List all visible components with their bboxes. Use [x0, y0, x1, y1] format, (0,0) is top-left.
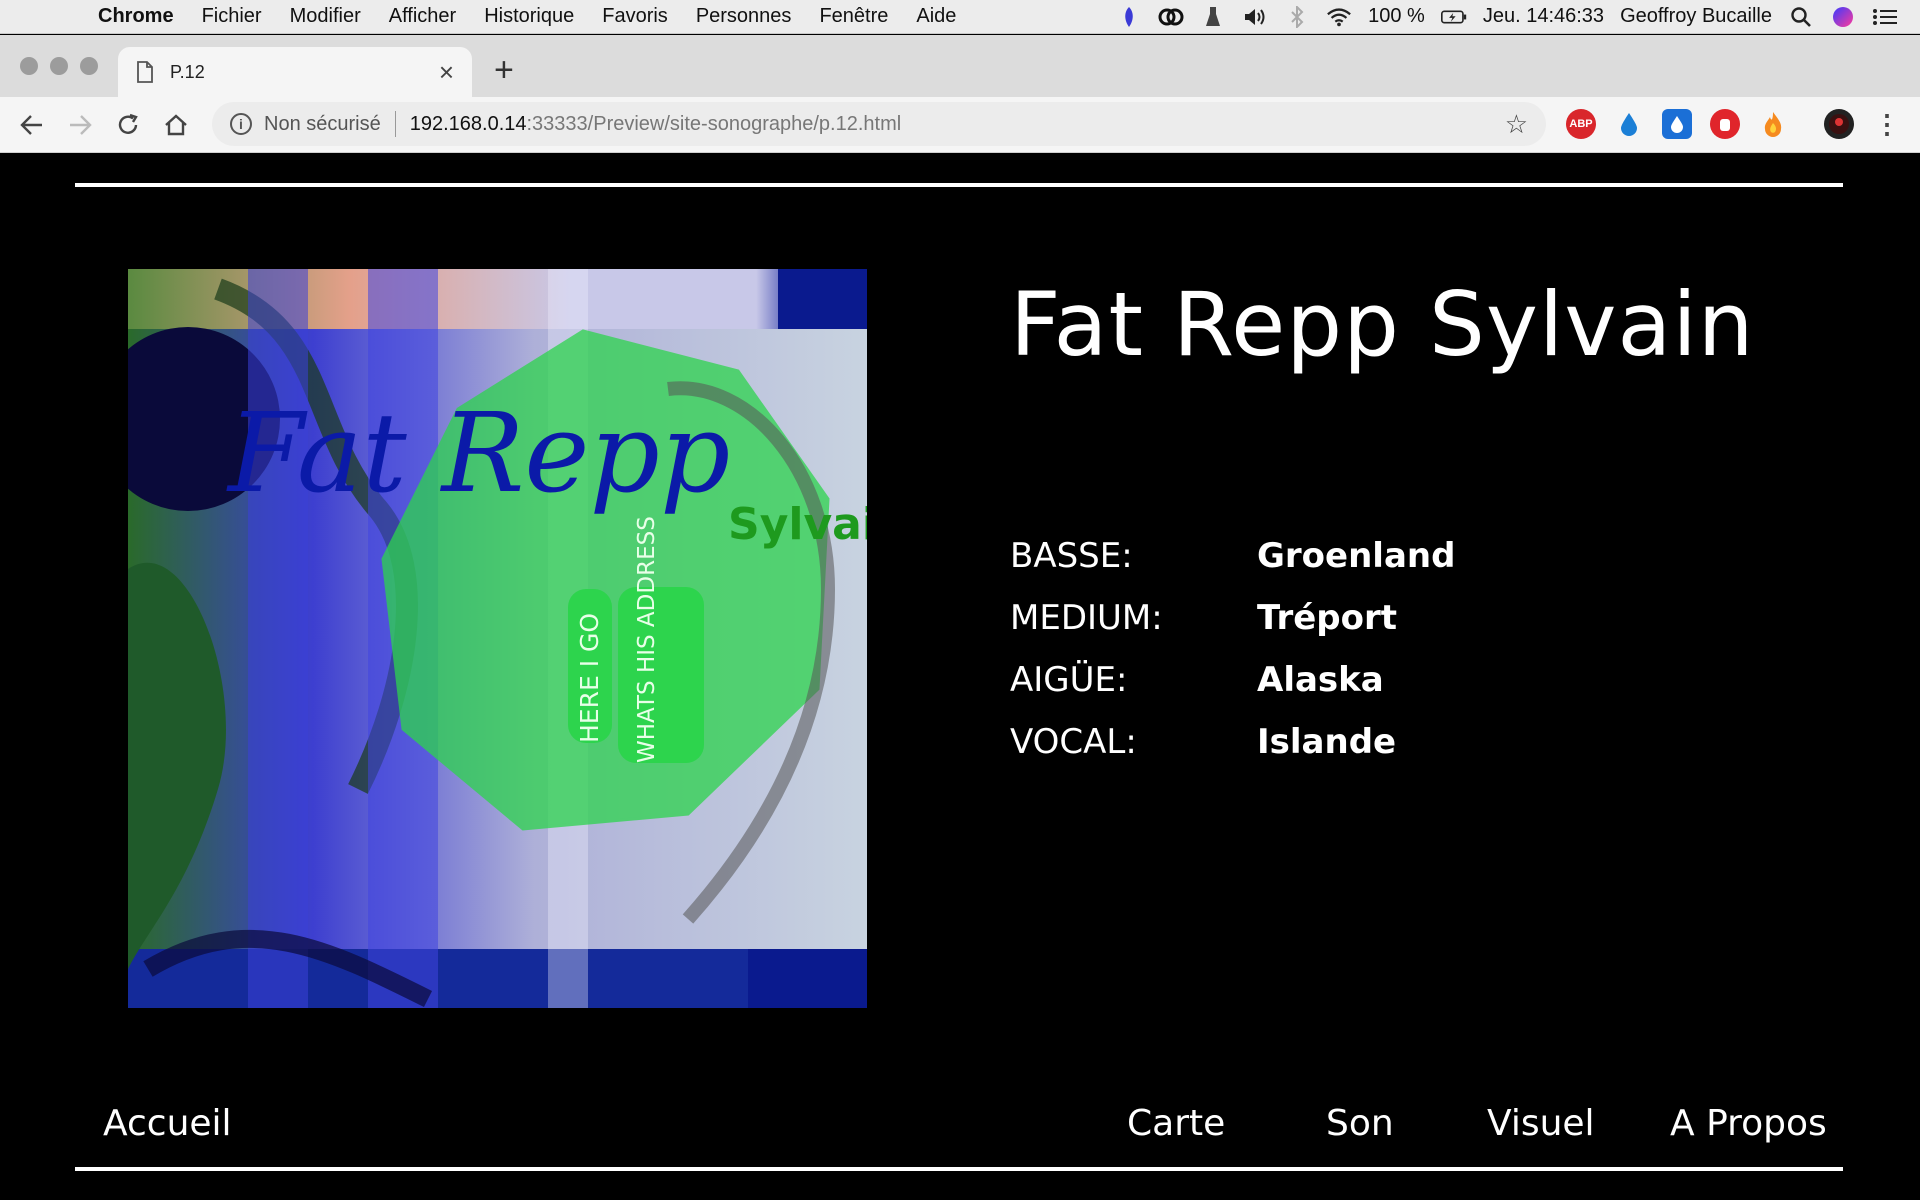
arrow-right-icon: [70, 114, 92, 135]
menu-fichier[interactable]: Fichier: [188, 5, 276, 28]
active-tab[interactable]: P.12 ×: [118, 47, 472, 97]
nav-link-a-propos[interactable]: A Propos: [1670, 1103, 1827, 1144]
menubar-clock[interactable]: Jeu. 14:46:33: [1483, 5, 1604, 28]
new-tab-button[interactable]: +: [494, 53, 514, 87]
bottom-divider: [75, 1167, 1843, 1171]
minimize-window-button[interactable]: [50, 57, 68, 75]
box-drop-icon[interactable]: [1662, 109, 1692, 139]
nav-link-accueil[interactable]: Accueil: [103, 1103, 232, 1144]
drop-icon[interactable]: [1614, 109, 1644, 139]
nav-link-visuel[interactable]: Visuel: [1487, 1103, 1595, 1144]
flame-icon[interactable]: [1758, 109, 1788, 139]
spec-label: BASSE:: [1010, 536, 1133, 576]
nav-link-carte[interactable]: Carte: [1127, 1103, 1225, 1144]
browser-toolbar: i Non sécurisé 192.168.0.14:33333/Previe…: [0, 97, 1920, 153]
info-icon[interactable]: i: [230, 113, 252, 135]
menu-modifier[interactable]: Modifier: [276, 5, 375, 28]
sound-specs-list: BASSE: Groenland MEDIUM: Tréport AIGÜE: …: [1010, 525, 1455, 773]
spec-label: VOCAL:: [1010, 722, 1137, 762]
album-cover-image: Fat Repp Sylvain HERE I GO WHATS HIS ADD…: [128, 269, 867, 1008]
siri-icon[interactable]: [1830, 4, 1856, 30]
close-window-button[interactable]: [20, 57, 38, 75]
battery-percent: 100 %: [1368, 5, 1425, 27]
forward-button[interactable]: [56, 101, 104, 149]
omnibox-separator: [394, 111, 396, 137]
menu-aide[interactable]: Aide: [902, 5, 970, 28]
security-label[interactable]: Non sécurisé: [264, 113, 381, 136]
bookmark-star-icon[interactable]: ☆: [1505, 109, 1528, 140]
arrow-left-icon: [20, 114, 42, 135]
spec-row-medium: MEDIUM: Tréport: [1010, 587, 1455, 649]
menu-historique[interactable]: Historique: [470, 5, 588, 28]
flask-icon[interactable]: [1200, 4, 1226, 30]
feather-app-icon[interactable]: [1116, 4, 1142, 30]
menu-app-chrome[interactable]: Chrome: [84, 5, 188, 28]
spec-label: AIGÜE:: [1010, 660, 1128, 700]
chrome-menu-icon[interactable]: ⋮: [1872, 109, 1902, 139]
macos-menu-bar: Chrome Fichier Modifier Afficher Histori…: [0, 0, 1920, 34]
document-icon: [137, 61, 153, 83]
menu-afficher[interactable]: Afficher: [375, 5, 470, 28]
cover-subtitle-text: Sylvain: [728, 499, 867, 550]
spec-value: Alaska: [1257, 660, 1384, 700]
menu-fenetre[interactable]: Fenêtre: [805, 5, 902, 28]
spec-value: Tréport: [1257, 598, 1398, 638]
spec-label: MEDIUM:: [1010, 598, 1163, 638]
spec-row-basse: BASSE: Groenland: [1010, 525, 1455, 587]
browser-tab-strip: P.12 × +: [0, 35, 1920, 97]
reload-button[interactable]: [104, 101, 152, 149]
spec-row-aigue: AIGÜE: Alaska: [1010, 649, 1455, 711]
stop-hand-icon[interactable]: [1710, 109, 1740, 139]
cover-tag-here-i-go: HERE I GO: [575, 613, 604, 743]
cover-title-text: Fat Repp: [226, 389, 730, 517]
spec-row-vocal: VOCAL: Islande: [1010, 711, 1455, 773]
address-bar[interactable]: i Non sécurisé 192.168.0.14:33333/Previe…: [212, 102, 1546, 146]
creative-cloud-icon[interactable]: [1158, 4, 1184, 30]
site-navigation: Accueil Carte Son Visuel A Propos: [0, 1103, 1920, 1163]
cover-tag-whats-his-address: WHATS HIS ADDRESS: [634, 516, 660, 763]
spec-value: Groenland: [1257, 536, 1456, 576]
adblock-plus-icon[interactable]: ABP: [1566, 109, 1596, 139]
page-title: Fat Repp Sylvain: [1010, 273, 1755, 376]
close-tab-icon[interactable]: ×: [439, 59, 454, 85]
url-path: :33333/Preview/site-sonographe/p.12.html: [526, 112, 902, 135]
menubar-user[interactable]: Geoffroy Bucaille: [1620, 5, 1772, 28]
home-icon: [165, 113, 187, 135]
home-button[interactable]: [152, 101, 200, 149]
spotlight-search-icon[interactable]: [1788, 4, 1814, 30]
tab-title: P.12: [170, 61, 205, 82]
window-controls: [20, 57, 98, 75]
menu-personnes[interactable]: Personnes: [682, 5, 806, 28]
page-viewport: Fat Repp Sylvain HERE I GO WHATS HIS ADD…: [0, 153, 1920, 1200]
back-button[interactable]: [8, 101, 56, 149]
spec-value: Islande: [1257, 722, 1397, 762]
battery-charging-icon[interactable]: [1440, 4, 1467, 30]
volume-icon[interactable]: [1242, 4, 1268, 30]
zoom-window-button[interactable]: [80, 57, 98, 75]
wifi-icon[interactable]: [1326, 4, 1352, 30]
profile-avatar[interactable]: [1824, 109, 1854, 139]
notification-center-icon[interactable]: [1872, 4, 1898, 30]
menu-favoris[interactable]: Favoris: [588, 5, 682, 28]
url-host: 192.168.0.14: [409, 112, 527, 135]
nav-link-son[interactable]: Son: [1326, 1103, 1394, 1144]
bluetooth-icon[interactable]: [1284, 4, 1310, 30]
top-divider: [75, 183, 1843, 187]
reload-icon: [118, 113, 138, 134]
